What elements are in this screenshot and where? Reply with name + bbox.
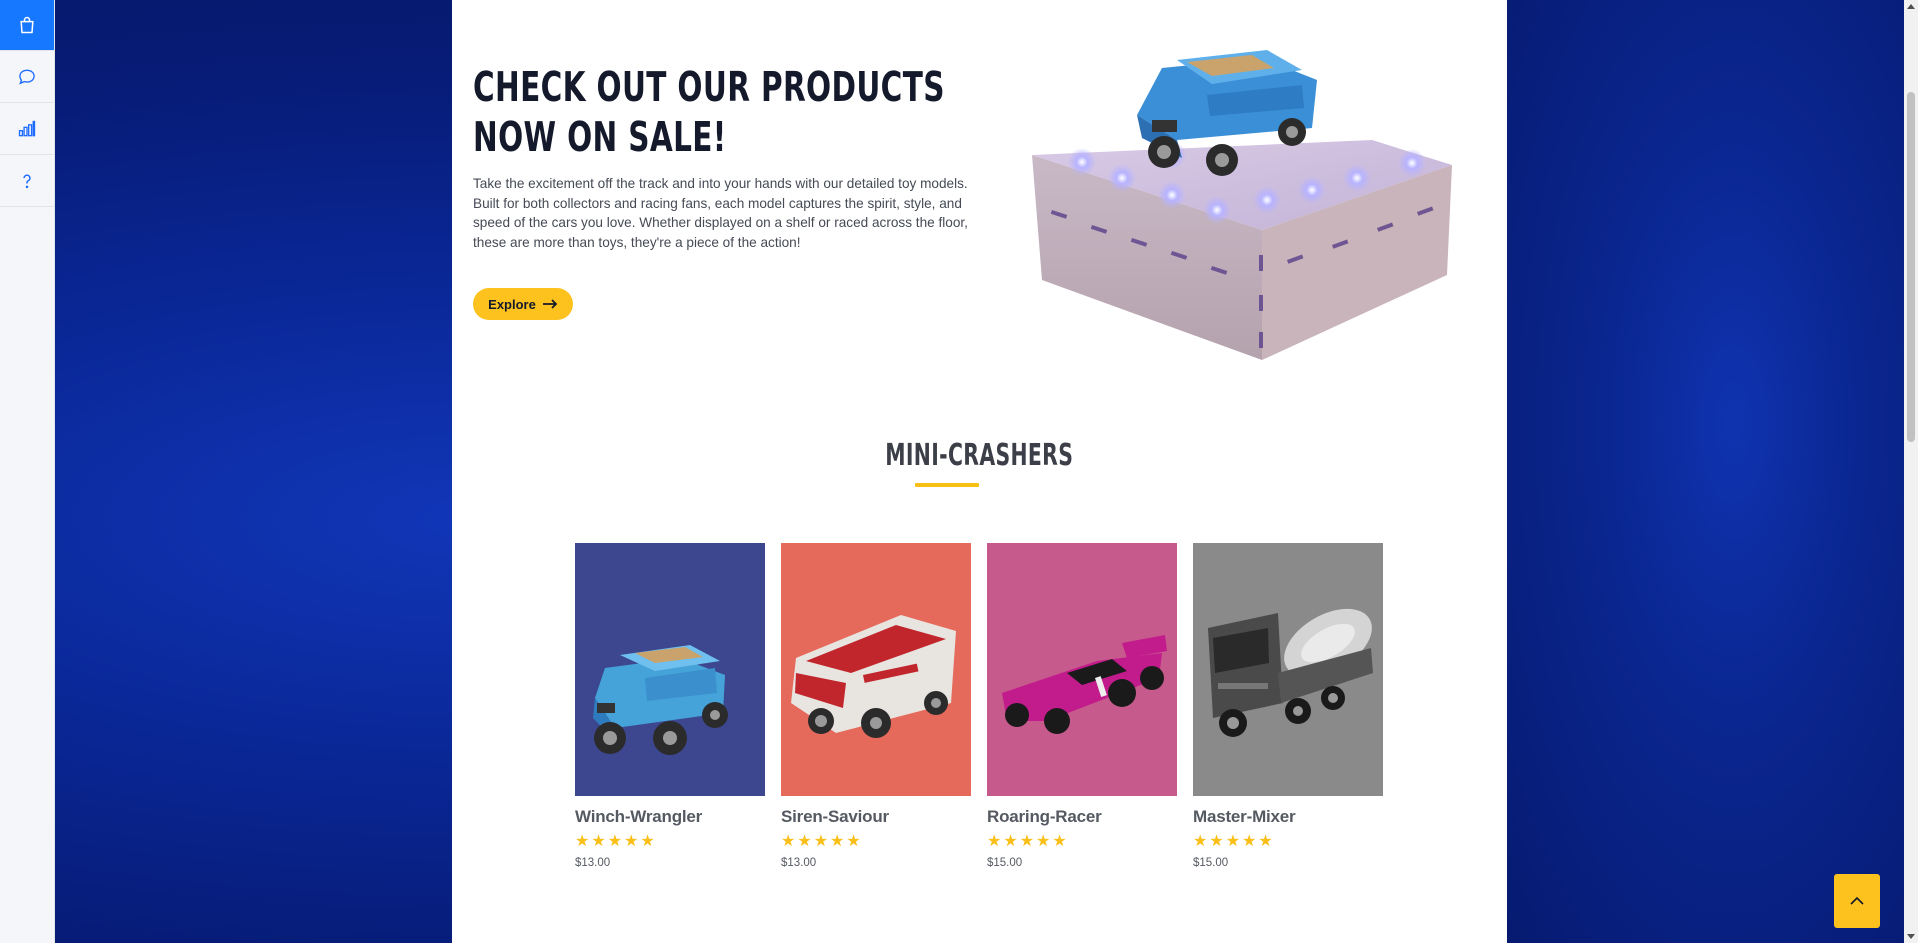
ambulance-toy-icon	[791, 615, 956, 738]
product-image[interactable]	[781, 543, 971, 796]
rating-stars: ★★★★★	[575, 833, 657, 850]
product-name[interactable]: Winch-Wrangler	[575, 807, 765, 827]
sidebar-item-stats[interactable]	[0, 103, 54, 155]
product-price: $13.00	[781, 857, 817, 869]
section-title-underline	[915, 483, 979, 487]
page-scrollbar[interactable]	[1904, 0, 1918, 943]
bar-chart-icon	[18, 120, 36, 136]
product-card[interactable]: Roaring-Racer ★★★★★ $15.00	[987, 543, 1177, 869]
sidebar-item-shop[interactable]	[0, 0, 54, 51]
rating-stars: ★★★★★	[987, 833, 1069, 850]
product-price: $15.00	[987, 857, 1023, 869]
product-name[interactable]: Siren-Saviour	[781, 807, 971, 827]
scroll-thumb[interactable]	[1907, 92, 1915, 442]
product-image[interactable]	[575, 543, 765, 796]
back-to-top-button[interactable]	[1834, 874, 1880, 928]
scroll-down-arrow[interactable]	[1907, 934, 1915, 939]
hero-product-image	[1032, 50, 1452, 360]
rating-stars: ★★★★★	[781, 833, 863, 850]
help-icon	[23, 173, 31, 188]
rating-stars: ★★★★★	[1193, 833, 1275, 850]
sidebar-item-chat[interactable]	[0, 51, 54, 103]
section-title-text: MINI-CRASHERS	[885, 438, 1074, 473]
product-name[interactable]: Master-Mixer	[1193, 807, 1383, 827]
explore-button[interactable]: Explore	[473, 288, 573, 320]
background-right	[1507, 0, 1918, 943]
product-card[interactable]: Winch-Wrangler ★★★★★ $13.00	[575, 543, 765, 869]
hero-title: CHECK OUT OUR PRODUCTS NOW ON SALE!	[473, 62, 945, 162]
product-name[interactable]: Roaring-Racer	[987, 807, 1177, 827]
hero-title-line2: NOW ON SALE!	[473, 113, 727, 161]
sidebar-item-help[interactable]	[0, 155, 54, 207]
section-title: MINI-CRASHERS	[452, 438, 1507, 473]
explore-button-label: Explore	[488, 296, 536, 312]
shopping-bag-icon	[20, 16, 34, 34]
jeep-toy-icon	[593, 645, 728, 755]
chevron-up-icon	[1850, 896, 1864, 905]
side-toolbar	[0, 0, 55, 943]
chat-bubble-icon	[19, 69, 35, 84]
hero-description: Take the excitement off the track and in…	[473, 176, 968, 250]
mixer-truck-toy-icon	[1208, 608, 1373, 737]
product-image[interactable]	[987, 543, 1177, 796]
product-card[interactable]: Siren-Saviour ★★★★★ $13.00	[781, 543, 971, 869]
product-image[interactable]	[1193, 543, 1383, 796]
main-content: CHECK OUT OUR PRODUCTS NOW ON SALE! Take…	[452, 0, 1507, 943]
product-card[interactable]: Master-Mixer ★★★★★ $15.00	[1193, 543, 1383, 869]
race-car-toy-icon	[1002, 635, 1167, 734]
arrow-right-icon	[542, 299, 558, 309]
product-price: $13.00	[575, 857, 611, 869]
scroll-up-arrow[interactable]	[1907, 4, 1915, 9]
product-price: $15.00	[1193, 857, 1229, 869]
hero-title-line1: CHECK OUT OUR PRODUCTS	[473, 63, 945, 111]
